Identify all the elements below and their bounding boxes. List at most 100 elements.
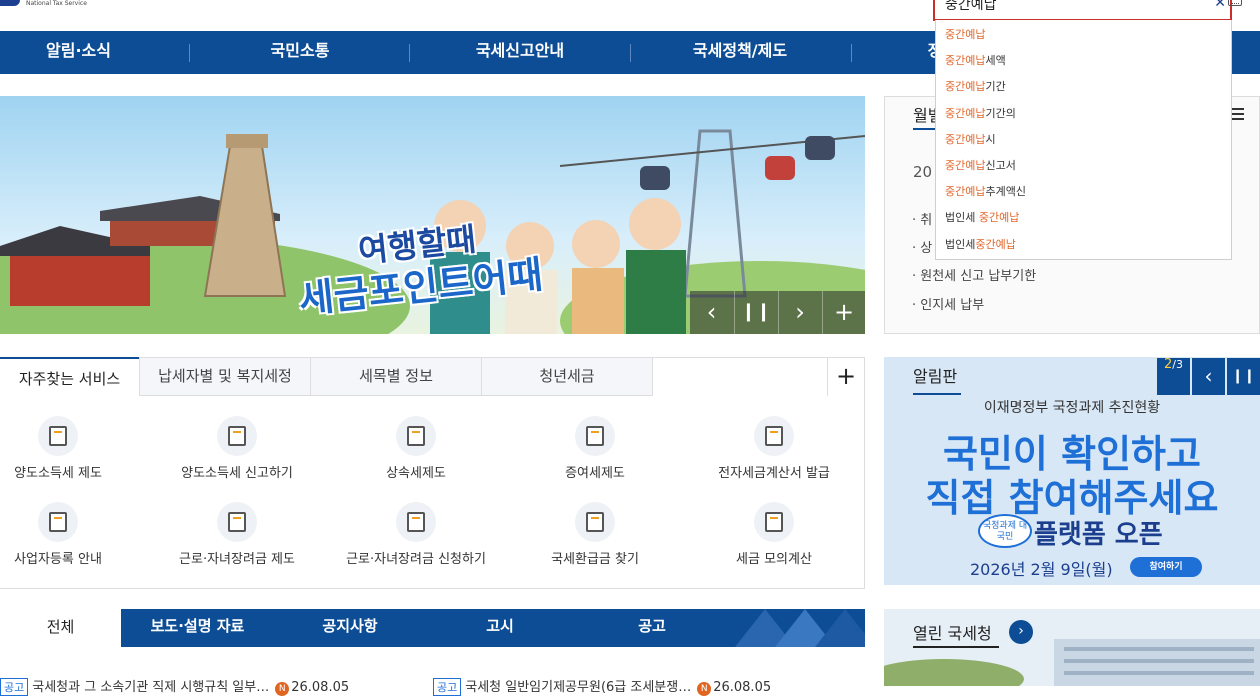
clear-search-icon[interactable]: ✕ <box>1214 0 1226 11</box>
gnb-item-tax-filing[interactable]: 국세신고안내 <box>440 31 600 74</box>
search-suggestion-item[interactable]: 중간예납시 <box>945 131 996 147</box>
service-item[interactable]: 세금 모의계산 <box>694 502 854 567</box>
calculator-icon <box>754 416 794 456</box>
tab-public-notice[interactable]: 고시 <box>430 609 570 647</box>
tab-taxpayer-welfare[interactable]: 납세자별 및 복지세정 <box>139 357 311 396</box>
suggestion-match-text: 중간예납 <box>945 106 986 120</box>
suggestion-match-text: 중간예납 <box>945 185 986 199</box>
gnb-divider <box>851 44 852 62</box>
pause-icon[interactable]: ❙❙ <box>1227 358 1260 395</box>
suggestion-match-text: 중간예납 <box>945 159 986 172</box>
search-suggestion-item[interactable]: 법인세중간예납 <box>945 236 1016 252</box>
service-label: 상속세제도 <box>386 466 446 481</box>
service-label: 세금 모의계산 <box>736 552 812 567</box>
virtual-keyboard-icon[interactable] <box>1228 0 1242 6</box>
search-suggestion-item[interactable]: 중간예납 <box>945 26 985 42</box>
search-suggestion-item[interactable]: 중간예납기간 <box>945 78 1006 94</box>
service-item[interactable]: 근로·자녀장려금 신청하기 <box>336 502 496 567</box>
service-item[interactable]: 증여세제도 <box>515 416 675 481</box>
participate-button[interactable]: 참여하기 <box>1130 557 1202 577</box>
service-item[interactable]: 상속세제도 <box>336 416 496 481</box>
pause-icon[interactable]: ❙❙ <box>734 291 777 334</box>
menu-icon[interactable] <box>1230 108 1244 120</box>
suggestion-match-text: 중간예납 <box>945 54 986 68</box>
open-nts-title[interactable]: 열린 국세청 <box>913 620 992 644</box>
tab-announcement[interactable]: 공고 <box>582 609 722 647</box>
service-item[interactable]: 사업자등록 안내 <box>0 502 138 567</box>
service-label: 근로·자녀장려금 신청하기 <box>346 552 486 567</box>
schedule-item[interactable]: · 상 <box>912 237 932 256</box>
notice-board-title[interactable]: 알림판 <box>913 363 957 387</box>
news-row[interactable]: 공고 국세청과 그 소속기관 직제 시행규칙 일부… N 26.08.05 <box>0 676 349 696</box>
laptop-icon <box>396 416 436 456</box>
service-label: 사업자등록 안내 <box>14 552 102 567</box>
suggestion-match-text: 중간예납 <box>945 132 986 146</box>
open-nts-underline <box>913 646 999 648</box>
schedule-item[interactable]: · 원천세 신고 납부기한 <box>912 265 1036 284</box>
schedule-tab-underline <box>913 128 937 130</box>
news-date: 26.08.05 <box>291 680 350 695</box>
tab-tax-item-info[interactable]: 세목별 정보 <box>310 357 482 396</box>
tab-press-release[interactable]: 보도·설명 자료 <box>130 609 265 647</box>
news-title[interactable]: 국세청 일반임기제공무원(6급 조세분쟁… <box>465 680 691 695</box>
search-input[interactable] <box>945 0 1205 12</box>
search-suggestion-item[interactable]: 중간예납기간의 <box>945 105 1016 121</box>
suggestion-text: 기간 <box>985 80 1006 94</box>
suggestion-match-text: 중간예납 <box>978 211 1020 225</box>
search-suggestion-item[interactable]: 중간예납세액 <box>945 52 1006 68</box>
service-item[interactable]: 근로·자녀장려금 제도 <box>157 502 317 567</box>
pen-document-icon <box>38 416 78 456</box>
search-suggestion-item[interactable]: 중간예납신고서 <box>945 157 1016 173</box>
gnb-divider <box>630 44 631 62</box>
service-item[interactable]: 양도소득세 신고하기 <box>157 416 317 481</box>
search-suggestion-item[interactable]: 중간예납추계액신 <box>945 183 1026 199</box>
notice-board-date: 2026년 2월 9일(월) <box>970 560 1113 579</box>
page-current: 2 <box>1164 357 1173 372</box>
suggestion-match-text: 중간예납 <box>945 80 986 94</box>
suggestion-text: 시 <box>985 132 996 146</box>
id-card-icon <box>38 502 78 542</box>
search-suggestions: 중간예납 중간예납세액 중간예납기간 중간예납기간의 중간예납시 중간예납신고서 중간예납추… <box>935 20 1232 260</box>
services-more-button[interactable]: + <box>827 358 864 396</box>
next-icon[interactable]: › <box>778 291 821 334</box>
service-label: 근로·자녀장려금 제도 <box>179 552 295 567</box>
gnb-item-communication[interactable]: 국민소통 <box>220 31 380 74</box>
calc-grid-icon <box>754 502 794 542</box>
gnb-divider <box>189 44 190 62</box>
schedule-item[interactable]: · 인지세 납부 <box>912 294 984 313</box>
logo-subtitle[interactable]: National Tax Service <box>26 0 87 7</box>
notice-board-underline <box>913 393 961 395</box>
tab-news-all[interactable]: 전체 <box>0 609 121 649</box>
tab-frequent-services[interactable]: 자주찾는 서비스 <box>0 357 139 397</box>
suggestion-match-text: 중간예납 <box>945 28 986 41</box>
gnb-item-news[interactable]: 알림·소식 <box>0 31 157 74</box>
notice-board-platform-open: 플랫폼 오픈 <box>1034 520 1163 550</box>
prev-icon[interactable]: ‹ <box>1192 358 1225 395</box>
gnb-item-tax-policy[interactable]: 국세정책/제도 <box>660 31 820 74</box>
service-item[interactable]: 전자세금계산서 발급 <box>694 416 854 481</box>
tab-youth-tax[interactable]: 청년세금 <box>481 357 653 396</box>
schedule-year: 20 <box>913 163 933 181</box>
search-box: ✕ <box>933 0 1232 21</box>
page-indicator: 2/3 <box>1157 358 1190 395</box>
form-icon <box>396 502 436 542</box>
suggestion-text: 신고서 <box>985 159 1016 172</box>
prev-icon[interactable]: ‹ <box>690 291 733 334</box>
service-label: 증여세제도 <box>565 466 625 481</box>
notice-board-badge: 국정과제 대국민 <box>978 514 1032 548</box>
service-item[interactable]: 양도소득세 제도 <box>0 416 138 481</box>
search-suggestion-item[interactable]: 법인세 중간예납 <box>945 209 1019 225</box>
news-tab-decoration <box>715 609 865 647</box>
nts-logo-mark[interactable] <box>0 0 20 6</box>
tab-notices[interactable]: 공지사항 <box>280 609 420 647</box>
news-tag: 공고 <box>433 678 462 696</box>
service-item[interactable]: 국세환급금 찾기 <box>515 502 675 567</box>
notice-board-subtitle: 이재명정부 국정과제 추진현황 <box>983 400 1161 416</box>
schedule-item[interactable]: · 취 <box>912 209 932 228</box>
open-nts-arrow-icon[interactable]: › <box>1009 620 1033 644</box>
news-tag: 공고 <box>0 678 29 696</box>
suggestion-text: 추계액신 <box>985 185 1026 199</box>
news-row[interactable]: 공고 국세청 일반임기제공무원(6급 조세분쟁… N 26.08.05 <box>433 676 771 696</box>
plus-icon[interactable]: + <box>822 291 865 334</box>
news-title[interactable]: 국세청과 그 소속기관 직제 시행규칙 일부… <box>32 680 269 695</box>
